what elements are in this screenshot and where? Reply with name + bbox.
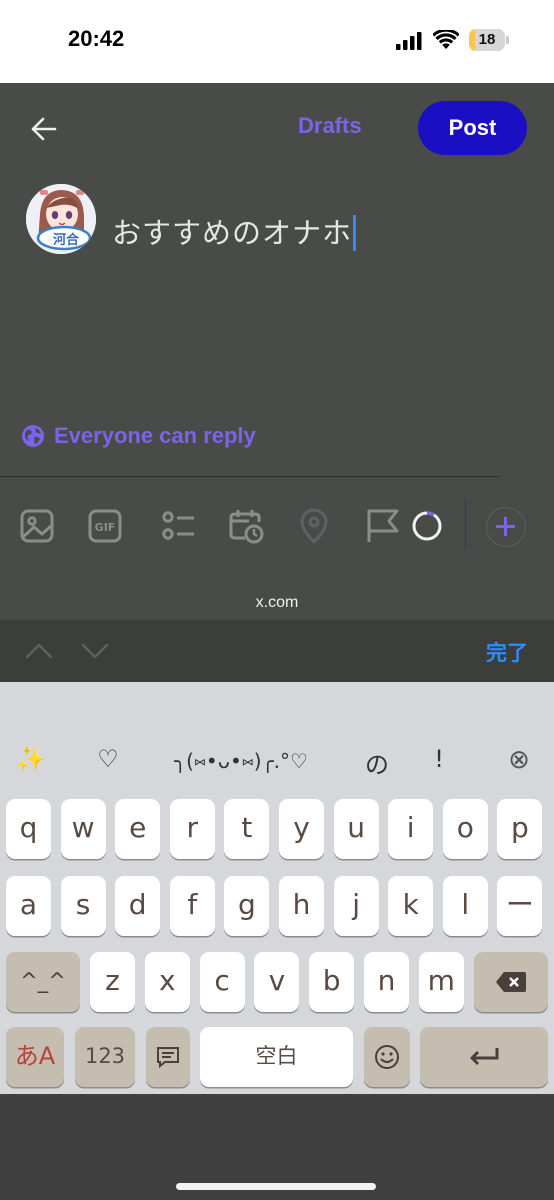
signal-icon — [396, 32, 422, 50]
key-h[interactable]: h — [279, 876, 324, 936]
keyboard-accessory-bar: 完了 — [0, 620, 554, 682]
suggestion-heart[interactable]: ♡ — [92, 745, 124, 773]
status-time: 20:42 — [68, 26, 125, 51]
toolbar-divider — [465, 498, 466, 550]
key-w[interactable]: w — [60, 799, 106, 859]
close-suggestions-icon[interactable]: ⊗ — [502, 745, 536, 775]
key-g[interactable]: g — [224, 876, 270, 936]
text-cursor — [353, 215, 357, 251]
done-button[interactable]: 完了 — [486, 637, 528, 667]
post-composer: Drafts Post 河合 おすすめのオナホ Everyone can rep… — [0, 83, 554, 620]
globe-icon — [22, 425, 44, 447]
key-y[interactable]: y — [279, 799, 324, 859]
character-count-ring — [412, 511, 442, 541]
return-key[interactable] — [420, 1027, 548, 1087]
keyboard: ✨ ♡ ╮(⑅•ᴗ•⑅)╭.°♡ の ! ⊗ qwertyuiop asdfgh… — [0, 682, 554, 1094]
status-bar: 20:42 18 — [0, 0, 554, 83]
back-arrow-icon[interactable] — [26, 111, 62, 147]
emoji-message-key[interactable] — [146, 1027, 190, 1087]
drafts-button[interactable]: Drafts — [298, 113, 362, 139]
space-key[interactable]: 空白 — [200, 1027, 353, 1087]
suggestion-kaomoji[interactable]: ╮(⑅•ᴗ•⑅)╭.°♡ — [148, 749, 334, 773]
browser-url: x.com — [255, 594, 299, 611]
key-v[interactable]: v — [254, 952, 300, 1012]
add-icon — [496, 517, 515, 536]
return-icon — [470, 1048, 499, 1066]
key-p[interactable]: p — [497, 799, 543, 859]
key-b[interactable]: b — [309, 952, 355, 1012]
chevron-up-icon[interactable] — [24, 639, 54, 663]
key-x[interactable]: x — [144, 952, 190, 1012]
key-long-vowel[interactable]: ー — [497, 876, 543, 936]
reply-setting-label: Everyone can reply — [54, 423, 256, 448]
key-c[interactable]: c — [199, 952, 245, 1012]
poll-icon[interactable] — [160, 508, 196, 544]
divider — [0, 476, 499, 477]
key-r[interactable]: r — [169, 799, 215, 859]
smiley-icon — [375, 1045, 399, 1069]
schedule-icon[interactable] — [228, 508, 264, 544]
backspace-icon — [496, 972, 526, 992]
key-j[interactable]: j — [333, 876, 379, 936]
kana-toggle-key[interactable]: あA — [6, 1027, 64, 1087]
key-n[interactable]: n — [364, 952, 409, 1012]
key-t[interactable]: t — [224, 799, 270, 859]
emoji-key[interactable] — [364, 1027, 410, 1087]
compose-text: おすすめのオナホ — [112, 216, 353, 250]
chevron-down-icon[interactable] — [80, 639, 110, 663]
key-a[interactable]: a — [6, 876, 51, 936]
key-k[interactable]: k — [388, 876, 434, 936]
suggestion-no[interactable]: の — [362, 745, 392, 780]
key-z[interactable]: z — [90, 952, 135, 1012]
key-d[interactable]: d — [115, 876, 161, 936]
compose-text-area[interactable]: おすすめのオナホ — [112, 210, 357, 252]
key-u[interactable]: u — [333, 799, 379, 859]
suggestion-sparkles[interactable]: ✨ — [14, 745, 48, 773]
message-icon — [157, 1047, 179, 1069]
post-button[interactable]: Post — [418, 101, 527, 155]
home-indicator[interactable] — [176, 1183, 376, 1190]
gif-label: GIF — [95, 521, 116, 534]
reply-setting-button[interactable]: Everyone can reply — [21, 423, 256, 449]
key-l[interactable]: l — [442, 876, 488, 936]
shift-key[interactable]: ^_^ — [6, 952, 80, 1012]
wifi-icon — [433, 30, 459, 49]
key-o[interactable]: o — [442, 799, 488, 859]
flag-icon[interactable] — [365, 508, 401, 544]
battery-level: 18 — [478, 31, 496, 48]
key-m[interactable]: m — [418, 952, 464, 1012]
key-i[interactable]: i — [388, 799, 434, 859]
add-button[interactable] — [486, 507, 526, 547]
key-f[interactable]: f — [169, 876, 215, 936]
key-q[interactable]: q — [6, 799, 51, 859]
numbers-key[interactable]: 123 — [75, 1027, 135, 1087]
suggestion-exclamation[interactable]: ! — [427, 745, 451, 773]
avatar-badge: 河合 — [53, 232, 80, 248]
key-e[interactable]: e — [115, 799, 161, 859]
gif-icon-frame: GIF — [88, 509, 122, 543]
gif-icon[interactable]: GIF — [87, 508, 123, 544]
avatar[interactable]: 河合 — [26, 184, 96, 254]
key-s[interactable]: s — [60, 876, 106, 936]
location-icon[interactable] — [296, 508, 332, 544]
battery-indicator: 18 — [469, 29, 509, 51]
image-icon[interactable] — [19, 508, 55, 544]
delete-key[interactable] — [474, 952, 548, 1012]
avatar-image: 河合 — [26, 184, 96, 254]
